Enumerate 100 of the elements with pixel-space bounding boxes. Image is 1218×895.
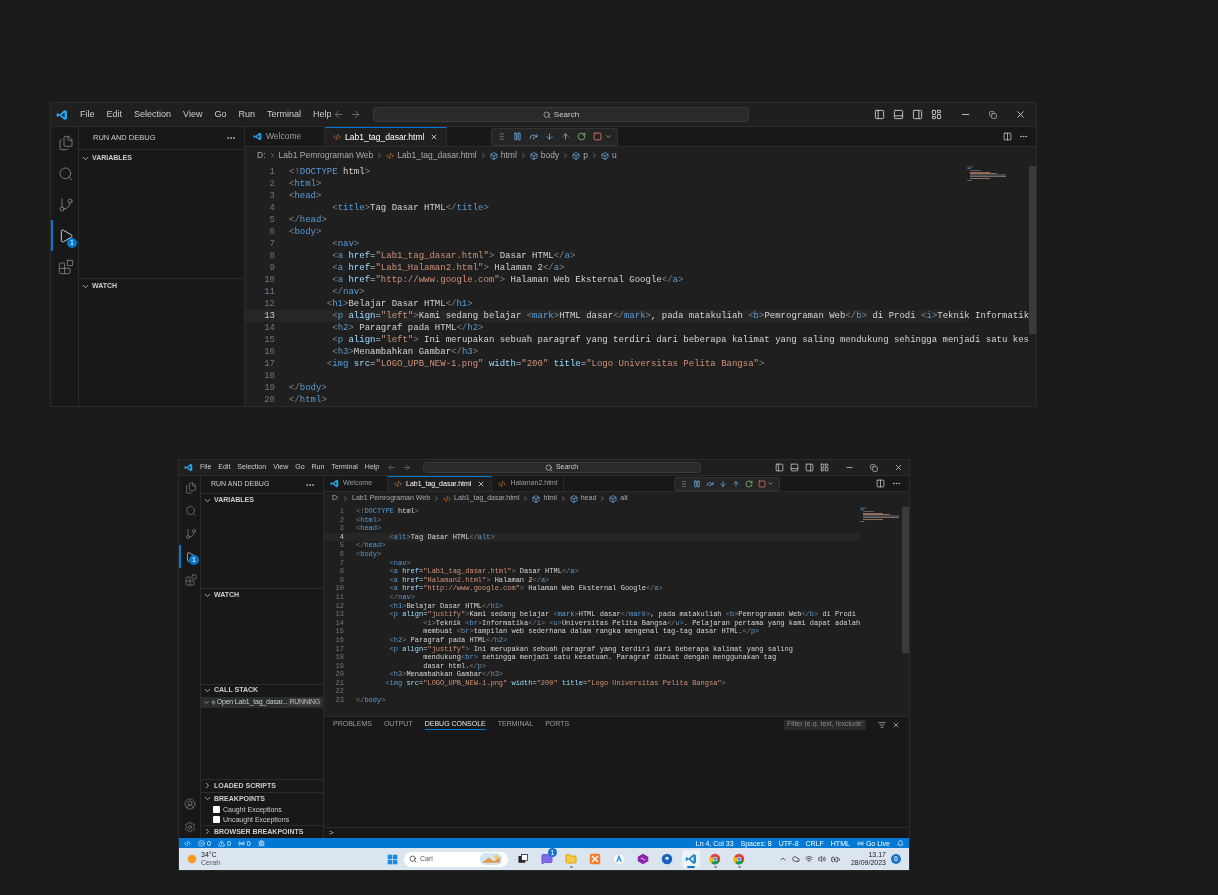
- extensions-icon[interactable]: [184, 573, 197, 586]
- checkbox[interactable]: [213, 806, 220, 814]
- menu-item[interactable]: File: [80, 107, 95, 122]
- search-field[interactable]: Search: [373, 107, 749, 122]
- step-out-icon[interactable]: [732, 479, 741, 488]
- menu-item[interactable]: Terminal: [266, 107, 301, 122]
- step-over-icon[interactable]: [529, 132, 539, 141]
- line-number: 13: [263, 310, 275, 322]
- step-out-icon[interactable]: [561, 132, 571, 141]
- restart-icon[interactable]: [577, 132, 587, 141]
- toggle-secondary-icon[interactable]: [805, 463, 814, 472]
- search-icon[interactable]: [57, 165, 74, 182]
- split-editor-icon[interactable]: [876, 479, 885, 488]
- breadcrumb-item[interactable]: html: [500, 149, 517, 162]
- toggle-sidebar-icon[interactable]: [775, 463, 784, 472]
- grip-icon[interactable]: [497, 132, 507, 141]
- breadcrumb-item[interactable]: Lab1_tag_dasar.html: [397, 149, 477, 162]
- menu-item[interactable]: Help: [312, 107, 332, 122]
- menu-item[interactable]: Selection: [134, 107, 172, 122]
- menu-item[interactable]: Edit: [106, 107, 123, 122]
- restart-icon[interactable]: [745, 479, 754, 488]
- speaker-icon[interactable]: [817, 855, 826, 863]
- html-file-icon: [498, 479, 507, 488]
- files-icon[interactable]: [57, 134, 74, 151]
- forward-icon[interactable]: [401, 463, 411, 472]
- map-pin-icon[interactable]: [661, 853, 673, 865]
- chevron-down-icon[interactable]: [767, 480, 775, 487]
- menu-item[interactable]: View: [183, 107, 203, 122]
- html-file-icon: [443, 494, 452, 503]
- hexagon-app-icon[interactable]: [637, 853, 649, 865]
- layout-icon[interactable]: [931, 109, 942, 120]
- menu-item[interactable]: Go: [214, 107, 227, 122]
- back-icon[interactable]: [333, 109, 344, 120]
- editor-app-icon[interactable]: [685, 853, 697, 865]
- step-over-icon[interactable]: [706, 479, 715, 488]
- logo-icon: [56, 108, 68, 121]
- checkbox[interactable]: [213, 816, 220, 824]
- editor-tab[interactable]: Lab1_tag_dasar.html: [325, 127, 448, 146]
- store-icon[interactable]: [613, 853, 625, 865]
- toggle-panel-icon[interactable]: [790, 463, 799, 472]
- minimap-drawing: [859, 507, 899, 523]
- forward-icon[interactable]: [350, 109, 361, 120]
- chevron-down-icon[interactable]: [605, 133, 613, 140]
- step-into-icon[interactable]: [719, 479, 728, 488]
- branch-icon[interactable]: [57, 196, 74, 213]
- bell-icon[interactable]: [897, 839, 904, 847]
- branch-icon[interactable]: [184, 527, 197, 540]
- line-number: 16: [263, 346, 275, 358]
- close-icon[interactable]: [894, 463, 903, 472]
- browser-icon[interactable]: [733, 853, 745, 865]
- pause-icon[interactable]: [513, 132, 523, 141]
- separator-icon: [376, 152, 384, 159]
- more-icon[interactable]: [892, 479, 901, 488]
- close-icon[interactable]: [430, 133, 439, 141]
- extensions-icon[interactable]: [57, 258, 74, 275]
- code-line: <p align="left">Kami sedang belajar <mark>HTML dasar</mark>, pada matakuliah <b>Pemrograman Web</b> di Prodi <i>Teknik Informatik: [331, 310, 1030, 322]
- scrollbar[interactable]: [902, 507, 909, 654]
- restore-icon[interactable]: [870, 463, 878, 472]
- close-icon[interactable]: [1015, 109, 1026, 120]
- layout-icon[interactable]: [820, 463, 829, 472]
- settings-icon[interactable]: [183, 820, 196, 833]
- close-icon[interactable]: [892, 720, 900, 729]
- breadcrumb-item[interactable]: D:: [257, 149, 266, 162]
- back-icon[interactable]: [386, 463, 396, 472]
- chevron-up-icon[interactable]: [778, 855, 787, 863]
- cloud-icon[interactable]: [791, 855, 800, 863]
- toggle-panel-icon[interactable]: [893, 109, 904, 120]
- task-view-icon[interactable]: [517, 853, 529, 865]
- account-icon[interactable]: [183, 797, 196, 810]
- wifi-icon[interactable]: [804, 855, 813, 863]
- step-into-icon[interactable]: [545, 132, 555, 141]
- breadcrumb-item[interactable]: body: [540, 149, 560, 162]
- start-icon[interactable]: [387, 853, 398, 865]
- separator-icon: [559, 495, 567, 502]
- debug-icon[interactable]: [257, 839, 265, 847]
- split-editor-icon[interactable]: [1003, 132, 1012, 141]
- breadcrumb-item[interactable]: p: [583, 149, 588, 162]
- menu-item[interactable]: Run: [238, 107, 255, 122]
- xampp-icon[interactable]: [589, 853, 601, 865]
- files-icon[interactable]: [184, 481, 197, 494]
- toggle-sidebar-icon[interactable]: [874, 109, 885, 120]
- pause-icon[interactable]: [693, 479, 702, 488]
- code-line: <head>: [289, 190, 322, 202]
- stop-icon[interactable]: [593, 132, 603, 141]
- browser-icon[interactable]: [709, 853, 721, 865]
- close-icon[interactable]: [477, 480, 486, 488]
- chat-icon[interactable]: [541, 853, 553, 865]
- breadcrumb-item[interactable]: u: [611, 149, 617, 162]
- grip-icon[interactable]: [680, 479, 689, 488]
- battery-icon[interactable]: [830, 854, 840, 864]
- ports-icon: [237, 839, 245, 847]
- toggle-secondary-icon[interactable]: [912, 109, 923, 120]
- scrollbar[interactable]: [1029, 166, 1036, 334]
- restore-icon[interactable]: [989, 110, 997, 119]
- remote-icon[interactable]: [184, 839, 191, 847]
- list-icon[interactable]: [878, 720, 886, 729]
- breadcrumb-item[interactable]: Lab1 Pemrograman Web: [278, 149, 374, 162]
- stop-icon[interactable]: [758, 479, 767, 488]
- search-icon[interactable]: [184, 504, 197, 517]
- more-icon[interactable]: [1019, 132, 1028, 141]
